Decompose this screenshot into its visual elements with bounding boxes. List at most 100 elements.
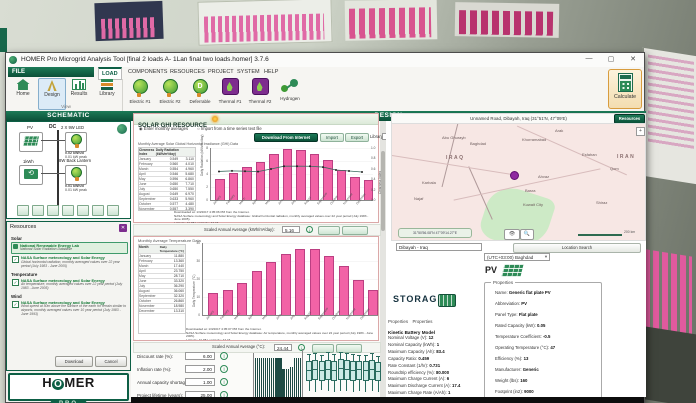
electric1-button[interactable]: Electric #1 (126, 78, 154, 110)
resource-checkbox[interactable]: ✓ (12, 279, 19, 286)
close-button[interactable]: ✕ (626, 55, 640, 63)
schematic-load2-component[interactable] (65, 165, 87, 185)
redo-icon[interactable] (32, 205, 44, 216)
ghi-scaled-button1[interactable] (318, 226, 340, 235)
boxplot-box (325, 360, 331, 380)
poster-chart-pink (345, 0, 438, 41)
tab-help[interactable]: HELP (261, 67, 281, 77)
thermal1-button[interactable]: Thermal #1 (216, 78, 244, 110)
zoom-in-icon[interactable] (62, 205, 74, 216)
map-label: Ahvaz (538, 174, 549, 179)
capacity-shortage-input[interactable]: 1.00 (185, 378, 215, 386)
ghi-scaled-button2[interactable] (342, 226, 368, 235)
map-zoom-plus-button[interactable]: + (636, 127, 645, 136)
radio-timeseries[interactable]: ○ Import from a time series text file (197, 126, 261, 131)
resource-item[interactable]: ✓NASA Surface meteorology and Solar Ener… (11, 255, 128, 269)
screenshot-stage: { "window": { "title": "HOMER Pro Microg… (0, 0, 696, 403)
tab-resources[interactable]: RESOURCES (167, 67, 208, 77)
boxplot-box (344, 360, 350, 380)
dialog-close-button[interactable]: ✕ (119, 224, 127, 232)
schematic-battery-component[interactable]: ⟲ (19, 165, 43, 185)
import-button[interactable]: Import (320, 133, 344, 142)
zoom-search-button[interactable]: 🔍 (520, 229, 534, 240)
clearness-index-line (211, 148, 369, 200)
hydrogen-button[interactable]: Hydrogen (276, 78, 304, 110)
map-label: Basra (525, 188, 535, 193)
calculate-button[interactable]: Calculate (608, 69, 642, 109)
temp-scaled-input[interactable]: 24.44 (274, 344, 292, 351)
library-button[interactable]: Library (94, 78, 120, 108)
temp-month-labels: JanuaryFebruaryMarchAprilMayJuneJulyAugu… (202, 317, 372, 327)
download-from-internet-button[interactable]: Download From Internet (254, 133, 318, 142)
tab-system[interactable]: SYSTEM (234, 67, 263, 77)
pv-section-header: PV (485, 265, 497, 275)
homer-pro-logo: HOMER PRO (8, 373, 129, 401)
electric2-label: Electric #2 (156, 99, 184, 104)
map-label: Abu Ghurayb (442, 135, 466, 140)
electric1-label: Electric #1 (126, 99, 154, 104)
map-canvas[interactable]: Abu GhuraybBaghdadKhorramabadArakEsfahan… (391, 123, 646, 241)
deferrable-button[interactable]: D Deferrable (186, 78, 214, 110)
poster-right-histogram (642, 231, 696, 340)
map-label: Arak (555, 128, 563, 133)
timezone-dropdown[interactable]: (UTC+03:00) Baghdad ▼ (484, 253, 550, 261)
profile-bar (300, 358, 301, 397)
ghi-metadata: Downloaded at: 1/3/2017 4:05:06 PM from … (174, 211, 374, 223)
boxplot-box (363, 361, 369, 380)
ghi-scaled-input[interactable]: 5.16 (282, 226, 300, 233)
ghi-info-icon[interactable]: i (306, 226, 313, 233)
zoom-out-icon[interactable] (77, 205, 89, 216)
minimize-button[interactable]: — (582, 55, 596, 62)
pv-bus-connector (41, 140, 57, 141)
location-input[interactable]: Dibayah - Iraq (396, 243, 482, 251)
location-marker[interactable] (510, 171, 519, 180)
bus-label: DC (49, 124, 56, 130)
resource-item[interactable]: ✓NASA Surface meteorology and Solar Ener… (11, 300, 128, 318)
tab-components[interactable]: COMPONENTS (125, 67, 170, 77)
maximize-button[interactable]: ▢ (604, 55, 618, 63)
inflation-info-icon[interactable]: i (220, 365, 228, 373)
battery-bus-connector (41, 173, 57, 174)
street-view-button[interactable]: 👁 (504, 229, 520, 240)
resource-checkbox[interactable]: ✓ (12, 301, 19, 308)
temp-scaled-label: Scaled Annual Average (°C): (212, 344, 265, 349)
home-button[interactable]: Home (10, 78, 36, 108)
location-search-button[interactable]: Location Search (513, 243, 641, 253)
export-button[interactable]: Export (345, 133, 369, 142)
file-tab[interactable]: FILE (8, 67, 94, 77)
capacity-info-icon[interactable]: i (220, 378, 228, 386)
resource-item[interactable]: National Renewable Energy LabNational So… (11, 242, 128, 254)
library-icon (101, 79, 113, 90)
schematic-pv-component[interactable] (19, 132, 43, 152)
boxplot-box (319, 361, 325, 381)
radio-monthly[interactable]: ◉ Enter monthly averages (139, 126, 188, 131)
map-label: IRAQ (446, 155, 465, 161)
temp-bar (252, 271, 262, 315)
inflation-rate-input[interactable]: 2.00 (185, 365, 215, 373)
battery-icon: ⟲ (24, 169, 38, 179)
resource-checkbox[interactable]: ✓ (12, 256, 19, 263)
calculator-icon (618, 73, 633, 92)
electric2-button[interactable]: Electric #2 (156, 78, 184, 110)
window-bottom-strip (131, 397, 644, 403)
resource-item[interactable]: ✓NASA Surface meteorology and Solar Ener… (11, 278, 128, 292)
download-button[interactable]: Download (55, 356, 93, 367)
cancel-button[interactable]: Cancel (95, 356, 127, 367)
thermal2-button[interactable]: Thermal #2 (246, 78, 274, 110)
schematic-load1-component[interactable] (65, 132, 87, 152)
temp-table-row: December13.310 (139, 309, 185, 314)
pv-property-row: Abbreviation: PV (495, 298, 555, 309)
pv-property-row: Panel Type: Flat plate (495, 309, 555, 320)
tab-project[interactable]: PROJECT (205, 67, 237, 77)
print-icon[interactable] (107, 205, 119, 216)
discount-info-icon[interactable]: i (220, 352, 228, 360)
schematic-options-button[interactable] (117, 124, 127, 134)
daily-profile-chart (253, 353, 301, 398)
resource-item-text: NASA Surface meteorology and Solar Energ… (21, 256, 127, 268)
load2-label: 8W Back Lantern (59, 158, 91, 163)
export-image-icon[interactable] (92, 205, 104, 216)
discount-rate-input[interactable]: 6.00 (185, 352, 215, 360)
undo-icon[interactable] (17, 205, 29, 216)
boxplot-box (331, 361, 337, 381)
copy-icon[interactable] (47, 205, 59, 216)
